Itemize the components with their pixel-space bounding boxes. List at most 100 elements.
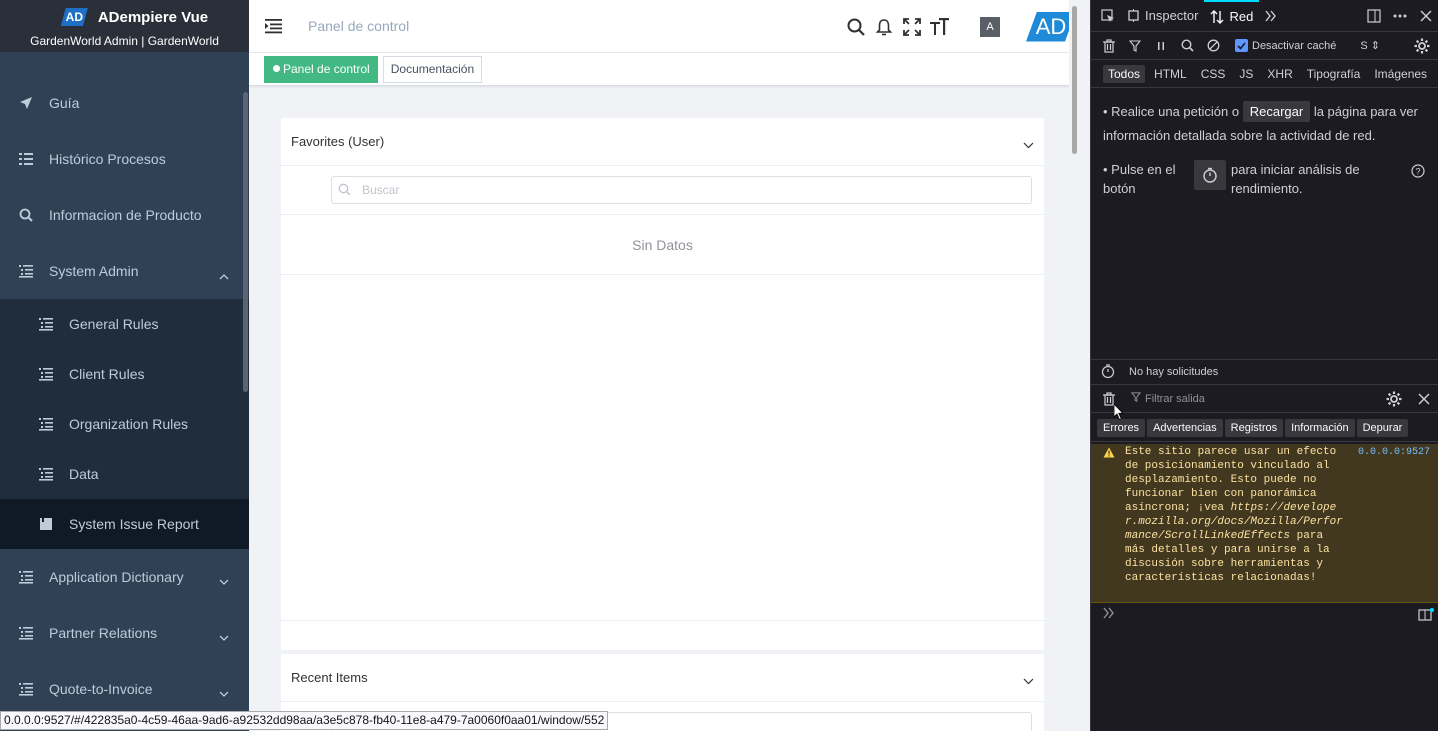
filter-icon[interactable]	[1127, 38, 1143, 54]
pick-element-icon[interactable]	[1091, 0, 1121, 32]
devtools-window-controls	[1366, 0, 1434, 32]
console-warning: 0.0.0.0:9527 Este sitio parece usar un e…	[1091, 444, 1438, 603]
bell-icon[interactable]	[874, 17, 894, 37]
tag-documentacion[interactable]: Documentación	[382, 55, 483, 83]
app-logo: AD	[60, 8, 88, 26]
devtools-tabs: Inspector Red	[1091, 0, 1438, 32]
brand[interactable]: AD ADempiere Vue	[20, 8, 249, 26]
sidebar-item-partner-relations[interactable]: Partner Relations	[0, 605, 249, 661]
tag-panel-de-control[interactable]: Panel de control	[264, 55, 378, 83]
close-icon[interactable]	[1418, 8, 1434, 24]
sidebar-item-organization-rules[interactable]: Organization Rules	[0, 399, 249, 449]
tree-list-icon	[18, 569, 34, 585]
network-status-bar: No hay solicitudes	[1091, 359, 1438, 384]
sidebar-item-label: System Issue Report	[69, 516, 199, 532]
network-toolbar: Desactivar caché S ⇕	[1091, 32, 1438, 60]
close-icon[interactable]	[1416, 391, 1432, 407]
chevron-down-icon[interactable]	[1023, 673, 1034, 688]
throttling-select[interactable]: S ⇕	[1360, 39, 1380, 52]
sidebar-item-quote-to-invoice[interactable]: Quote-to-Invoice	[0, 661, 249, 717]
sidebar-menu: Guía Histórico Procesos Informacion de P…	[0, 75, 249, 717]
tab-inspector[interactable]: Inspector	[1121, 0, 1204, 32]
tree-list-icon	[38, 416, 54, 432]
split-console-icon[interactable]	[1418, 608, 1434, 625]
sidebar-item-label: System Admin	[49, 263, 139, 279]
chevron-down-icon[interactable]	[1023, 137, 1034, 152]
sidebar-item-application-dictionary[interactable]: Application Dictionary	[0, 549, 249, 605]
tree-list-icon	[18, 263, 34, 279]
console-toolbar: Filtrar salida	[1091, 384, 1438, 413]
block-icon[interactable]	[1205, 38, 1221, 54]
recent-items-header[interactable]: Recent Items	[281, 654, 1044, 702]
session-context: GardenWorld Admin | GardenWorld	[30, 34, 219, 48]
tab-label: Red	[1229, 9, 1254, 24]
panel-title: Recent Items	[291, 670, 368, 685]
search-input[interactable]	[362, 183, 962, 197]
throttle-value: S	[1360, 40, 1368, 52]
sidebar-item-guia[interactable]: Guía	[0, 75, 249, 131]
dock-icon[interactable]	[1366, 8, 1382, 24]
pause-icon[interactable]	[1153, 38, 1169, 54]
sidebar-item-general-rules[interactable]: General Rules	[0, 299, 249, 349]
hint-text: • Realice una petición o	[1103, 104, 1240, 119]
level-informacion[interactable]: Información	[1285, 418, 1355, 437]
filter-html[interactable]: HTML	[1149, 65, 1192, 83]
tab-label: Inspector	[1145, 8, 1199, 23]
hamburger-icon[interactable]	[265, 18, 283, 34]
gear-icon[interactable]	[1414, 38, 1430, 54]
sidebar-item-system-admin[interactable]: System Admin	[0, 243, 249, 299]
help-icon[interactable]: ?	[1411, 162, 1425, 186]
filter-todos[interactable]: Todos	[1103, 64, 1146, 83]
reload-hint: • Realice una petición o Recargar la pág…	[1103, 100, 1430, 148]
tree-list-icon	[38, 366, 54, 382]
disable-cache-checkbox[interactable]: Desactivar caché	[1235, 39, 1336, 52]
console-level-filters: Errores Advertencias Registros Informaci…	[1091, 414, 1438, 442]
stopwatch-icon[interactable]	[1194, 160, 1226, 190]
favorites-header[interactable]: Favorites (User)	[281, 118, 1044, 166]
language-icon[interactable]: A	[980, 16, 1000, 37]
network-empty-notice: • Realice una petición o Recargar la pág…	[1103, 100, 1430, 198]
gear-icon[interactable]	[1386, 391, 1402, 407]
main-scrollbar[interactable]	[1069, 0, 1080, 731]
level-depurar[interactable]: Depurar	[1356, 418, 1409, 437]
sidebar-item-system-issue-report[interactable]: System Issue Report	[0, 499, 249, 549]
filter-css[interactable]: CSS	[1196, 65, 1231, 83]
sidebar-scrollbar[interactable]	[243, 92, 248, 392]
more-tabs-icon[interactable]	[1259, 0, 1283, 32]
more-options-icon[interactable]	[1392, 8, 1408, 24]
favorites-search[interactable]	[331, 176, 1032, 204]
scrollbar-thumb[interactable]	[1072, 6, 1077, 154]
main-area: Panel de control A AD Panel de control D…	[249, 0, 1080, 731]
tab-network[interactable]: Red	[1204, 0, 1260, 32]
sidebar-item-label: Quote-to-Invoice	[49, 681, 153, 697]
level-advertencias[interactable]: Advertencias	[1147, 418, 1223, 437]
filter-js[interactable]: JS	[1234, 65, 1258, 83]
filter-xhr[interactable]: XHR	[1262, 65, 1297, 83]
sidebar-item-label: Application Dictionary	[49, 569, 184, 585]
sidebar-item-data[interactable]: Data	[0, 449, 249, 499]
breadcrumb[interactable]: Panel de control	[308, 18, 409, 34]
reload-button[interactable]: Recargar	[1242, 101, 1311, 122]
request-count: No hay solicitudes	[1129, 366, 1219, 378]
sidebar-item-informacion-producto[interactable]: Informacion de Producto	[0, 187, 249, 243]
search-icon[interactable]	[1179, 38, 1195, 54]
trash-icon[interactable]	[1101, 38, 1117, 54]
filter-tipografia[interactable]: Tipografía	[1302, 65, 1366, 83]
sidebar-item-label: Data	[69, 466, 99, 482]
search-icon[interactable]	[846, 17, 866, 37]
chevron-down-icon	[219, 629, 229, 645]
warning-source-link[interactable]: 0.0.0.0:9527	[1358, 446, 1430, 460]
search-icon	[338, 183, 352, 197]
filter-imagenes[interactable]: Imágenes	[1369, 65, 1432, 83]
sidebar-item-label: Organization Rules	[69, 416, 189, 432]
sidebar-item-historico-procesos[interactable]: Histórico Procesos	[0, 131, 249, 187]
console-filter[interactable]: Filtrar salida	[1130, 392, 1361, 405]
font-size-icon[interactable]	[930, 17, 950, 37]
sidebar-item-label: Guía	[49, 95, 80, 111]
stopwatch-icon[interactable]	[1101, 363, 1115, 381]
chevron-up-icon	[219, 267, 229, 283]
console-prompt-icon[interactable]	[1103, 607, 1115, 622]
fullscreen-icon[interactable]	[902, 17, 922, 37]
level-registros[interactable]: Registros	[1224, 418, 1284, 437]
sidebar-item-client-rules[interactable]: Client Rules	[0, 349, 249, 399]
